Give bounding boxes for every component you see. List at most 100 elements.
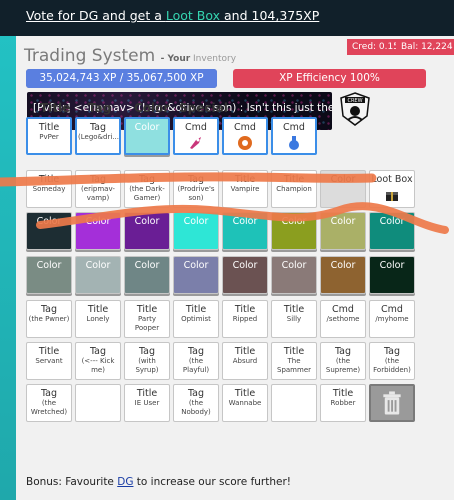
tile-name: Title [332,388,354,399]
inventory-row1-color-tile[interactable]: Color [320,170,366,208]
inventory-row1-tag-tile[interactable]: Tag (the Dark-Gamer) [124,170,170,208]
equipped-cmd-tile[interactable]: Cmd [271,117,317,155]
tile-name: Tag [40,304,58,315]
titles-row1-title-tile[interactable]: Title Ripped [222,300,268,338]
titles-row3-empty-tile[interactable] [369,384,415,422]
tile-subtitle: Vampire [230,185,260,193]
trash-icon [383,391,401,415]
inventory-row1-tag-tile[interactable]: Tag (Prodrive's son) [173,170,219,208]
titles-row1-cmd-tile[interactable]: Cmd/myhome [369,300,415,338]
tile-subtitle: Someday [32,185,66,193]
equipped-cmd-tile[interactable]: Cmd [222,117,268,155]
titles-row2-title-tile[interactable]: Title Absurd [222,342,268,380]
favourite-dg-link[interactable]: DG [117,476,133,488]
inventory-row1-title-tile[interactable]: Title Someday [26,170,72,208]
loot-box-link[interactable]: Loot Box [166,8,220,23]
colors-row1-color-tile[interactable]: Color [75,212,121,250]
tile-name: Color [379,260,405,271]
colors-row1-color-tile[interactable]: Color [320,212,366,250]
titles-row3-tag-tile[interactable]: Tag (the Nobody) [173,384,219,422]
tile-subtitle: Lonely [86,315,110,323]
tile-subtitle: Wannabe [228,399,262,407]
colors-row2-color-tile[interactable]: Color [222,256,268,294]
equipped-color-tile[interactable]: Color [124,117,170,155]
equipped-title-tile[interactable]: Title PvPer [26,117,72,155]
tile-name: Cmd [283,122,305,133]
colors-row2-color-tile[interactable]: Color [26,256,72,294]
colors-row2-color-tile[interactable]: Color [369,256,415,294]
tile-subtitle: (Prodrive's son) [177,185,215,202]
tile-subtitle: The Spammer [277,357,311,374]
vote-link[interactable]: Vote for DG and get a Loot Box and 104,3… [26,8,319,23]
titles-row3-title-tile[interactable]: Title IE User [124,384,170,422]
page-subtitle: - Your Inventory [160,54,237,64]
tile-name: Cmd [332,304,354,315]
inventory-row1-loot-box-tile[interactable]: Loot Box [369,170,415,208]
inventory-row1-title-tile[interactable]: Title Vampire [222,170,268,208]
tile-name: Tag [89,346,107,357]
titles-row1-title-tile[interactable]: Title Silly [271,300,317,338]
colors-row2-color-tile[interactable]: Color [75,256,121,294]
top-banner: Vote for DG and get a Loot Box and 104,3… [0,0,454,36]
tile-subtitle: (<--- Kick me) [81,357,115,374]
tile-subtitle: (the Forbidden) [373,357,411,374]
page-background [0,0,16,500]
titles-row1-title-tile[interactable]: Title Optimist [173,300,219,338]
titles-row1-title-tile[interactable]: Title Lonely [75,300,121,338]
tile-subtitle: PvPer [39,133,59,141]
titles-row2-tag-tile[interactable]: Tag (with Syrup) [124,342,170,380]
titles-row2-tag-tile[interactable]: Tag (the Forbidden) [369,342,415,380]
tile-subtitle: Optimist [181,315,211,323]
titles-row1-title-tile[interactable]: Title Party Pooper [124,300,170,338]
tile-subtitle: /sethome [326,315,360,323]
equipped-tag-tile[interactable]: Tag (Lego&dri...) [75,117,121,155]
titles-row2-title-tile[interactable]: Title Servant [26,342,72,380]
tile-name: Loot Box [371,174,413,185]
xp-progress-text: 35,024,743 XP / 35,067,500 XP [39,72,204,84]
titles-row2-title-tile[interactable]: Title The Spammer [271,342,317,380]
trading-panel: Trading System - Your Inventory Cred: 0.… [16,36,454,500]
tile-subtitle: Robber [330,399,356,407]
tile-name: Title [136,388,158,399]
titles-row1-tag-tile[interactable]: Tag (the Pwner) [26,300,72,338]
colors-row1-color-tile[interactable]: Color [173,212,219,250]
tile-name: Color [232,260,258,271]
titles-row2-tag-tile[interactable]: Tag (the Playful) [173,342,219,380]
tile-name: Cmd [381,304,403,315]
tile-name: Color [330,174,356,185]
tile-name: Color [183,260,209,271]
tile-name: Color [134,260,160,271]
colors-row2-color-tile[interactable]: Color [271,256,317,294]
titles-row3-empty-tile[interactable] [75,384,121,422]
tile-name: Title [136,304,158,315]
inventory-row1-tag-tile[interactable]: Tag (eripmav-vamp) [75,170,121,208]
tile-name: Tag [187,388,205,399]
colors-row1-color-tile[interactable]: Color [369,212,415,250]
colors-row2-color-tile[interactable]: Color [320,256,366,294]
colors-row2-color-tile[interactable]: Color [173,256,219,294]
colors-row1-color-tile[interactable]: Color [124,212,170,250]
titles-row1-cmd-tile[interactable]: Cmd/sethome [320,300,366,338]
colors-row2-color-tile[interactable]: Color [124,256,170,294]
colors-row1-color-tile[interactable]: Color [222,212,268,250]
tile-name: Title [283,304,305,315]
tile-subtitle: Champion [276,185,312,193]
xp-efficiency-bar: XP Efficiency 100% [233,69,426,88]
titles-row3-title-tile[interactable]: Title Wannabe [222,384,268,422]
tile-name: Color [281,260,307,271]
titles-row3-tag-tile[interactable]: Tag (the Wretched) [26,384,72,422]
tile-name: Tag [383,346,401,357]
titles-row3-empty-tile[interactable] [271,384,317,422]
titles-row3-title-tile[interactable]: Title Robber [320,384,366,422]
tile-name: Title [283,346,305,357]
titles-row2-tag-tile[interactable]: Tag (<--- Kick me) [75,342,121,380]
colors-row1-color-tile[interactable]: Color [26,212,72,250]
tile-name: Color [183,216,209,227]
titles-row2-tag-tile[interactable]: Tag (the Supreme) [320,342,366,380]
balance-badge: Bal: 12,224 D [396,39,454,55]
potion-icon [289,136,299,150]
colors-row1-color-tile[interactable]: Color [271,212,317,250]
inventory-row1-title-tile[interactable]: Title Champion [271,170,317,208]
tile-subtitle: (Lego&dri...) [78,133,121,141]
equipped-cmd-tile[interactable]: Cmd [173,117,219,155]
